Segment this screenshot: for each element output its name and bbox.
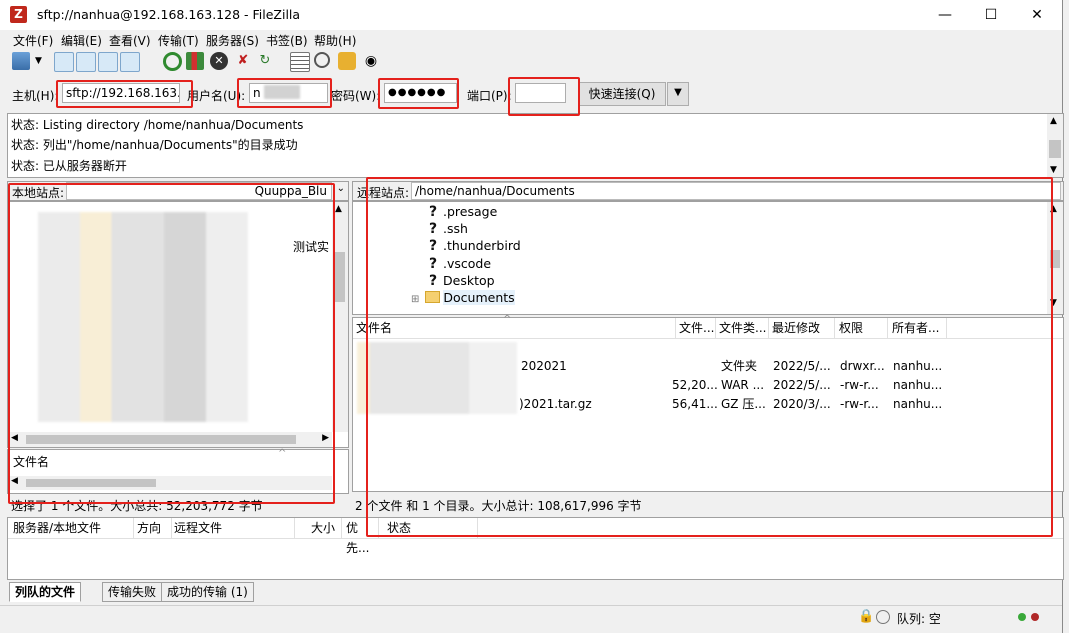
- site-manager-dropdown-icon[interactable]: ▼: [35, 52, 45, 70]
- refresh-icon[interactable]: [163, 52, 182, 71]
- menu-bookmarks[interactable]: 书签(B): [266, 32, 308, 49]
- bottom-status-bar: 🔒 队列: 空: [0, 605, 1062, 630]
- log-line: 状态: Listing directory /home/nanhua/Docum…: [11, 118, 304, 132]
- col-remote-file[interactable]: 远程文件: [171, 518, 295, 538]
- annotation-box-port: [508, 77, 580, 116]
- title-bar: Z sftp://nanhua@192.168.163.128 - FileZi…: [0, 0, 1062, 30]
- send-indicator-icon: [1031, 613, 1039, 621]
- site-manager-icon[interactable]: [12, 52, 30, 70]
- col-size[interactable]: 大小: [308, 518, 342, 538]
- menu-help[interactable]: 帮助(H): [314, 32, 356, 49]
- tab-successful-transfers[interactable]: 成功的传输 (1): [161, 582, 254, 602]
- toggle-log-icon[interactable]: [54, 52, 74, 72]
- menu-server[interactable]: 服务器(S): [206, 32, 259, 49]
- col-server-local-file[interactable]: 服务器/本地文件: [10, 518, 134, 538]
- host-label: 主机(H):: [12, 89, 59, 103]
- scroll-up-icon[interactable]: ▲: [335, 204, 342, 214]
- menu-file[interactable]: 文件(F): [13, 32, 53, 49]
- background-window-edge: [0, 95, 7, 515]
- tab-queued-files[interactable]: 列队的文件: [9, 582, 82, 602]
- queue-status-text: 队列: 空: [897, 612, 941, 626]
- toolbar: ▼ ✕ ✘ ↻ ◉: [8, 50, 408, 75]
- port-label: 端口(P):: [467, 89, 512, 103]
- filezilla-logo-icon: Z: [10, 6, 27, 23]
- annotation-box-local-pane: [8, 183, 335, 504]
- reconnect-icon[interactable]: ↻: [256, 52, 274, 70]
- minimize-button[interactable]: —: [922, 0, 968, 30]
- scroll-down-icon[interactable]: ▼: [1050, 165, 1057, 175]
- tab-failed-transfers[interactable]: 传输失败: [102, 582, 163, 602]
- password-label: 密码(W):: [331, 89, 381, 103]
- cancel-icon[interactable]: ✕: [210, 52, 228, 70]
- maximize-button[interactable]: ☐: [968, 0, 1014, 30]
- message-log: 状态: Listing directory /home/nanhua/Docum…: [7, 113, 1064, 178]
- disconnect-icon[interactable]: ✘: [234, 52, 252, 70]
- window-title: sftp://nanhua@192.168.163.128 - FileZill…: [37, 7, 301, 22]
- scroll-thumb[interactable]: [1049, 140, 1061, 158]
- scroll-up-icon[interactable]: ▲: [1050, 116, 1057, 126]
- binoculars-icon[interactable]: ◉: [362, 52, 380, 70]
- quickconnect-button[interactable]: 快速连接(Q): [578, 82, 666, 106]
- log-line: 状态: 已从服务器断开: [11, 159, 127, 173]
- recv-indicator-icon: [1018, 613, 1026, 621]
- annotation-box-password: [378, 78, 459, 109]
- menu-view[interactable]: 查看(V): [109, 32, 151, 49]
- toggle-remote-tree-icon[interactable]: [98, 52, 118, 72]
- annotation-box-username: [237, 78, 332, 108]
- menu-transfer[interactable]: 传输(T): [158, 32, 199, 49]
- quickconnect-history-dropdown[interactable]: ▼: [667, 82, 689, 106]
- annotation-box-host: [56, 80, 193, 108]
- col-direction[interactable]: 方向: [134, 518, 172, 538]
- search-icon[interactable]: [314, 52, 330, 68]
- menu-edit[interactable]: 编辑(E): [61, 32, 102, 49]
- filter-icon[interactable]: [290, 52, 310, 72]
- annotation-box-remote-pane: [366, 177, 1053, 537]
- speed-limit-icon[interactable]: [876, 610, 890, 624]
- toggle-queue-icon[interactable]: [120, 52, 140, 72]
- close-button[interactable]: ✕: [1014, 0, 1060, 30]
- log-line: 状态: 列出"/home/nanhua/Documents"的目录成功: [11, 138, 298, 152]
- chevron-down-icon[interactable]: ⌄: [337, 183, 345, 194]
- scroll-thumb[interactable]: [335, 252, 345, 302]
- lock-icon: 🔒: [858, 609, 875, 624]
- menu-bar: 文件(F) 编辑(E) 查看(V) 传输(T) 服务器(S) 书签(B) 帮助(…: [0, 30, 1062, 50]
- toggle-local-tree-icon[interactable]: [76, 52, 96, 72]
- process-queue-icon[interactable]: [186, 52, 204, 70]
- log-scrollbar[interactable]: ▲ ▼: [1047, 114, 1063, 177]
- compare-icon[interactable]: [338, 52, 356, 70]
